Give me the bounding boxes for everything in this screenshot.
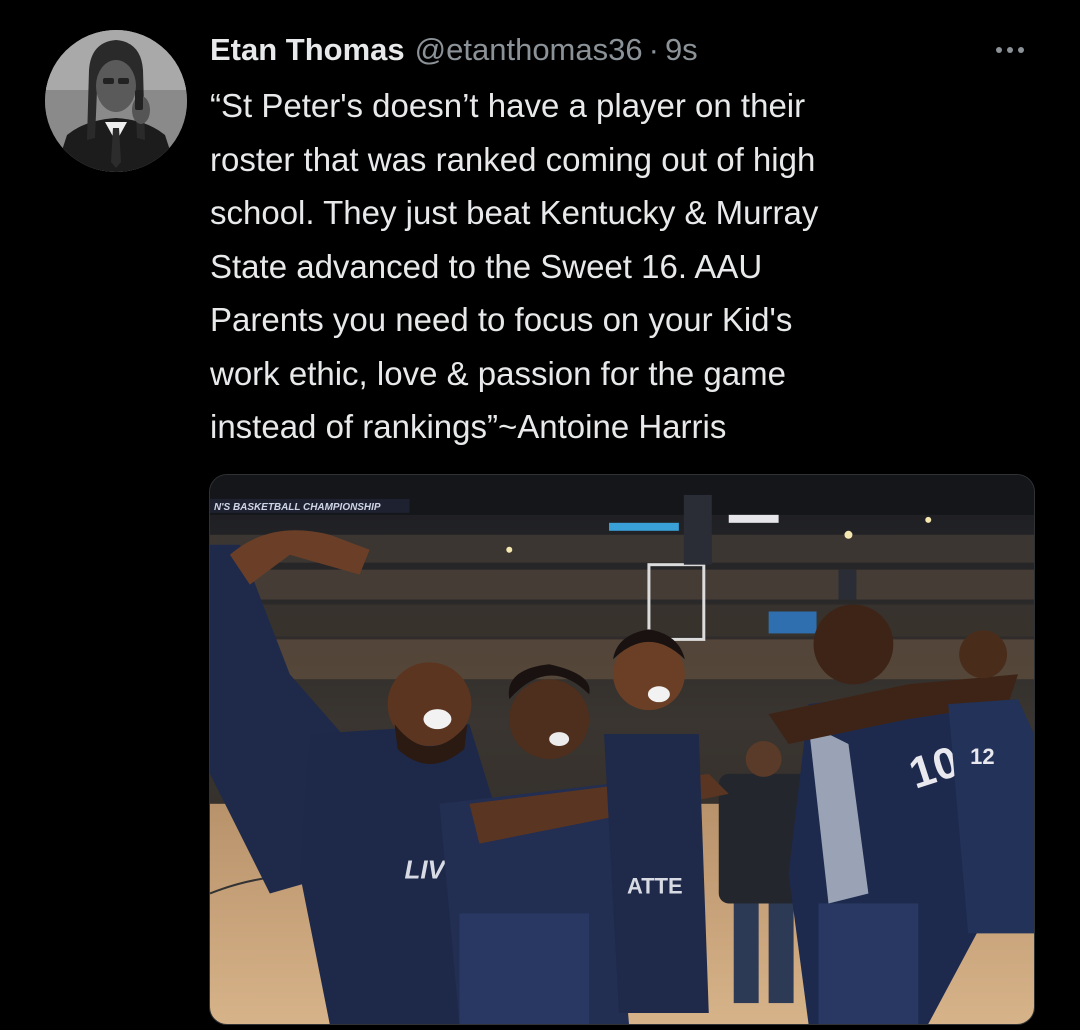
tweet-text-line: instead of rankings”~Antoine Harris [210, 408, 727, 445]
tweet-media-photo[interactable]: N'S BASKETBALL CHAMPIONSHIP LIV ATTE 10 … [209, 474, 1035, 1025]
header-separator: · [648, 32, 659, 67]
author-avatar[interactable] [45, 30, 187, 172]
celebration-photo: N'S BASKETBALL CHAMPIONSHIP LIV ATTE 10 … [210, 475, 1034, 1024]
tweet-text-line: State advanced to the Sweet 16. AAU [210, 247, 763, 285]
shirt-text-2: ATTE [627, 873, 683, 898]
shirt-text-1: LIV [405, 857, 448, 885]
tweet-text-line: “St Peter's doesn’t have a player on the… [210, 87, 806, 124]
tweet-text-line: school. They just beat Kentucky & Murray [210, 194, 819, 231]
tweet[interactable]: Etan Thomas @etanthomas36 · 9s “St Peter… [0, 0, 1080, 1030]
tweet-timestamp[interactable]: 9s [665, 32, 698, 68]
tweet-text-line: roster that was ranked coming out of hig… [210, 140, 816, 178]
ellipsis-dot [1018, 47, 1024, 53]
tweet-header: Etan Thomas @etanthomas36 · 9s [210, 28, 1040, 72]
more-options-button[interactable] [980, 30, 1040, 70]
tweet-text: “St Peter's doesn’t have a player on the… [210, 79, 1030, 454]
avatar-photo [45, 30, 187, 172]
author-handle[interactable]: @etanthomas36 [415, 32, 643, 68]
tweet-text-line: work ethic, love & passion for the game [210, 354, 786, 392]
jersey-number-12: 12 [970, 744, 994, 769]
tweet-text-line: Parents you need to focus on your Kid's [210, 301, 793, 338]
ellipsis-horizontal-icon [996, 47, 1002, 53]
ellipsis-dot [1007, 47, 1013, 53]
author-display-name[interactable]: Etan Thomas [210, 32, 405, 68]
arena-banner-text: N'S BASKETBALL CHAMPIONSHIP [214, 502, 381, 513]
